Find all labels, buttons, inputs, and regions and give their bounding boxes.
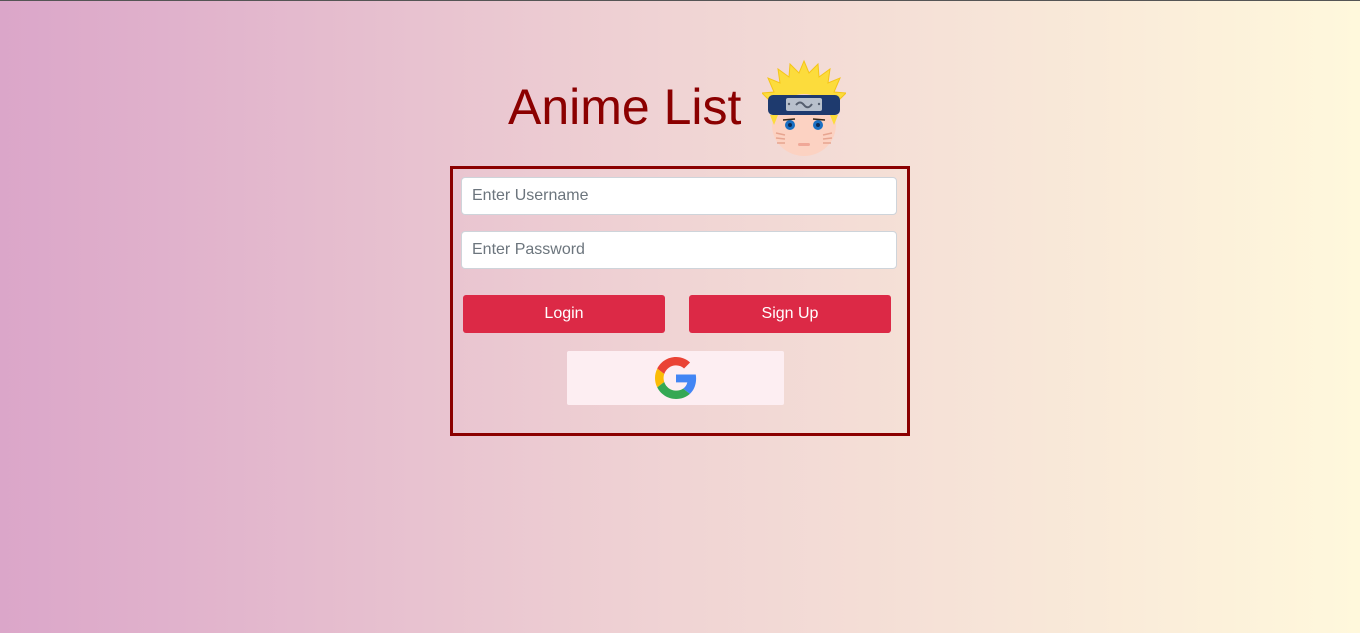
naruto-face-icon	[760, 59, 848, 159]
login-button[interactable]: Login	[463, 295, 665, 333]
header: Anime List	[0, 59, 1360, 159]
google-sign-in-button[interactable]	[567, 351, 784, 405]
page-title: Anime List	[508, 79, 742, 135]
password-input[interactable]	[461, 231, 897, 269]
sign-up-button[interactable]: Sign Up	[689, 295, 891, 333]
google-g-icon	[655, 357, 697, 399]
login-panel: Login Sign Up	[450, 166, 910, 436]
username-input[interactable]	[461, 177, 897, 215]
